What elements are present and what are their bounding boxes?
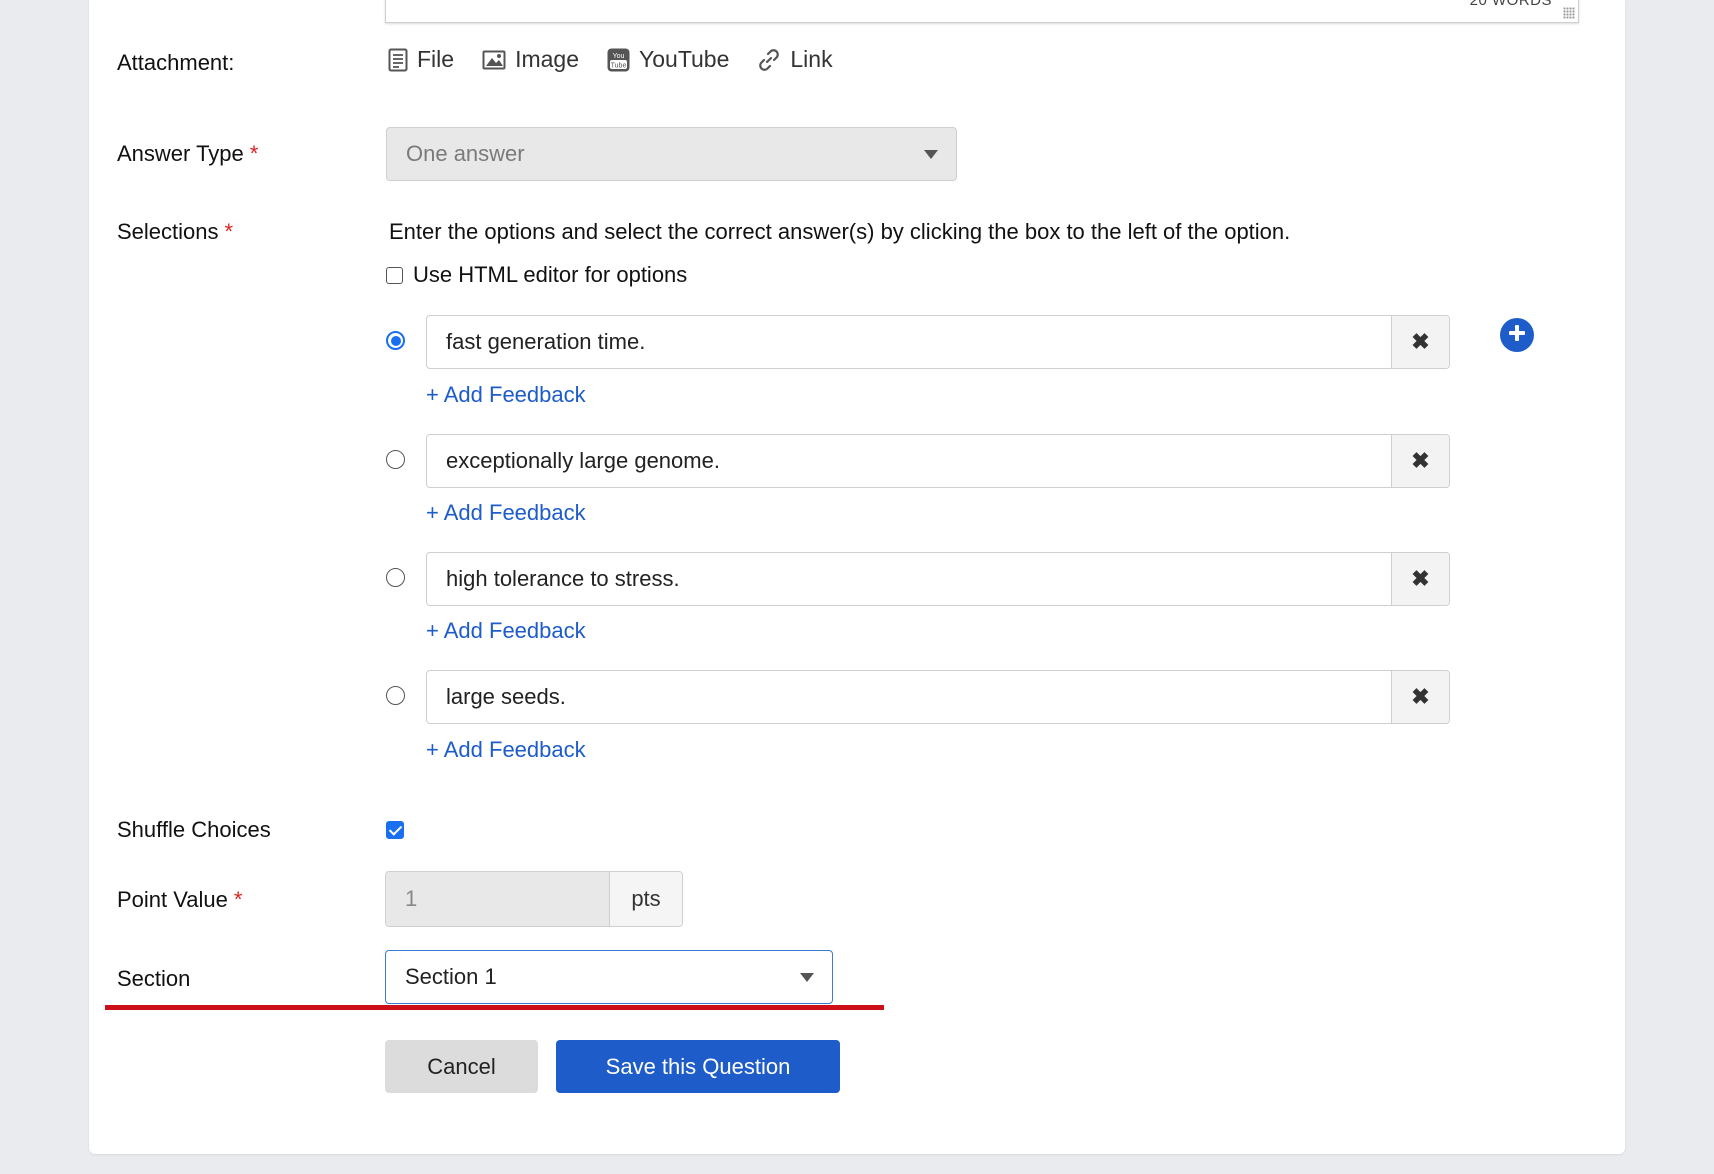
attach-youtube-button[interactable]: You Tube YouTube (607, 46, 729, 73)
html-editor-toggle[interactable]: Use HTML editor for options (386, 262, 687, 288)
option-2-text: exceptionally large genome. (446, 448, 720, 473)
option-4-radio[interactable] (386, 686, 405, 705)
chevron-down-icon (924, 150, 938, 159)
remove-option-2-button[interactable]: ✖ (1391, 435, 1449, 487)
option-1-radio[interactable] (386, 331, 405, 350)
required-marker: * (233, 887, 243, 912)
remove-option-4-button[interactable]: ✖ (1391, 671, 1449, 723)
question-text-editor[interactable]: 20 WORDS (385, 0, 1579, 23)
point-value-field: 1 pts (385, 871, 683, 927)
point-value-label-text: Point Value (117, 887, 228, 912)
option-4-input[interactable]: large seeds. ✖ (426, 670, 1450, 724)
option-2-input[interactable]: exceptionally large genome. ✖ (426, 434, 1450, 488)
option-3-text: high tolerance to stress. (446, 566, 680, 591)
save-question-button[interactable]: Save this Question (556, 1040, 840, 1093)
point-value-unit: pts (610, 872, 682, 926)
add-option-button[interactable] (1500, 318, 1534, 352)
file-icon (388, 48, 408, 72)
link-icon (757, 48, 781, 72)
option-2-radio[interactable] (386, 450, 405, 469)
annotation-underline (105, 1005, 884, 1010)
word-count: 20 WORDS (1469, 0, 1552, 9)
attachment-label: Attachment: (117, 50, 235, 75)
add-feedback-link-3[interactable]: + Add Feedback (426, 618, 586, 644)
close-icon: ✖ (1411, 566, 1430, 591)
answer-type-value: One answer (406, 141, 525, 166)
remove-option-3-button[interactable]: ✖ (1391, 553, 1449, 605)
close-icon: ✖ (1411, 329, 1430, 354)
option-4-text: large seeds. (446, 684, 566, 709)
section-value: Section 1 (405, 964, 497, 989)
add-feedback-link-4[interactable]: + Add Feedback (426, 737, 586, 763)
add-feedback-link-1[interactable]: + Add Feedback (426, 382, 586, 408)
attach-link-label: Link (790, 46, 833, 72)
attach-image-label: Image (515, 46, 579, 72)
shuffle-choices-label: Shuffle Choices (117, 817, 271, 842)
answer-type-label-text: Answer Type (117, 141, 244, 166)
close-icon: ✖ (1411, 448, 1430, 473)
answer-type-select[interactable]: One answer (386, 127, 957, 181)
remove-option-1-button[interactable]: ✖ (1391, 316, 1449, 368)
point-value-input[interactable]: 1 (386, 872, 610, 926)
resize-grip-icon[interactable] (1563, 7, 1575, 19)
point-value-label: Point Value * (117, 887, 242, 913)
option-1-input[interactable]: fast generation time. ✖ (426, 315, 1450, 369)
required-marker: * (224, 219, 234, 244)
attach-image-button[interactable]: Image (482, 46, 579, 73)
selections-label: Selections * (117, 219, 233, 245)
cancel-button[interactable]: Cancel (385, 1040, 538, 1093)
section-label: Section (117, 966, 191, 991)
plus-icon (1508, 324, 1526, 347)
svg-text:You: You (613, 53, 625, 60)
html-editor-label: Use HTML editor for options (413, 262, 688, 287)
close-icon: ✖ (1411, 684, 1430, 709)
attach-youtube-label: YouTube (639, 46, 730, 72)
attach-file-button[interactable]: File (388, 46, 454, 73)
option-3-radio[interactable] (386, 568, 405, 587)
answer-type-label: Answer Type * (117, 141, 258, 167)
image-icon (482, 50, 506, 70)
html-editor-checkbox[interactable] (386, 266, 403, 284)
selections-label-text: Selections (117, 219, 219, 244)
section-select[interactable]: Section 1 (385, 950, 833, 1004)
option-3-input[interactable]: high tolerance to stress. ✖ (426, 552, 1450, 606)
option-1-text: fast generation time. (446, 329, 646, 354)
selections-instructions: Enter the options and select the correct… (389, 219, 1291, 244)
svg-text:Tube: Tube (611, 62, 627, 69)
youtube-icon: You Tube (607, 48, 630, 72)
required-marker: * (249, 141, 259, 166)
attach-link-button[interactable]: Link (757, 46, 833, 73)
attach-file-label: File (417, 46, 455, 72)
add-feedback-link-2[interactable]: + Add Feedback (426, 500, 586, 526)
attachment-options: File Image You Tube YouTube Link (388, 46, 833, 73)
shuffle-choices-checkbox[interactable] (386, 821, 404, 839)
chevron-down-icon (800, 973, 814, 982)
